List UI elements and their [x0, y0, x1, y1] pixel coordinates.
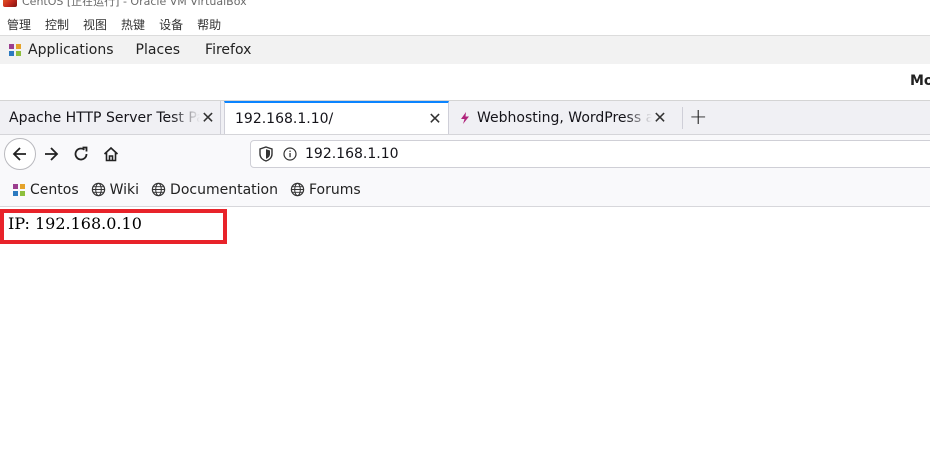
vbox-menu-manage[interactable]: 管理 — [7, 16, 31, 33]
tab-strip: Apache HTTP Server Test Page ✕ 192.168.1… — [0, 101, 930, 135]
virtualbox-icon — [3, 0, 17, 7]
centos-icon — [13, 183, 25, 196]
back-button[interactable] — [4, 138, 36, 170]
vbox-title: CentOS [正在运行] - Oracle VM VirtualBox — [22, 0, 247, 8]
url-bar[interactable]: 192.168.1.10 — [250, 140, 930, 168]
gnome-top-panel: Applications Places Firefox — [0, 35, 930, 65]
home-icon — [103, 146, 119, 162]
clock-label: Mon — [910, 73, 930, 89]
vbox-menu-devices[interactable]: 设备 — [159, 16, 183, 33]
new-tab-button[interactable]: + — [682, 105, 708, 130]
close-icon[interactable]: ✕ — [200, 108, 216, 127]
globe-icon — [151, 182, 166, 197]
bookmark-wiki[interactable]: Wiki — [91, 182, 139, 198]
firefox-menu[interactable]: Firefox — [205, 36, 251, 64]
close-icon[interactable]: ✕ — [427, 109, 443, 128]
navigation-bar: 192.168.1.10 — [0, 135, 930, 173]
places-menu[interactable]: Places — [136, 36, 181, 64]
vbox-menu-view[interactable]: 视图 — [83, 16, 107, 33]
tab-label: Webhosting, WordPress and more — [477, 109, 652, 126]
vbox-menu-hotkeys[interactable]: 热键 — [121, 16, 145, 33]
tab-webhosting[interactable]: Webhosting, WordPress and more ✕ — [449, 101, 674, 134]
arrow-left-icon — [12, 147, 26, 161]
globe-icon — [91, 182, 105, 197]
firefox-header: Mon — [0, 64, 930, 101]
tab-label: 192.168.1.10/ — [235, 110, 334, 127]
url-value: 192.168.1.10 — [305, 146, 399, 162]
applications-menu[interactable]: Applications — [0, 36, 114, 64]
applications-label: Applications — [28, 42, 114, 58]
bookmark-label: Documentation — [170, 181, 278, 198]
bookmark-forums[interactable]: Forums — [290, 182, 361, 198]
centos-icon — [9, 44, 21, 56]
reload-button[interactable] — [66, 139, 96, 169]
bookmark-documentation[interactable]: Documentation — [151, 182, 278, 198]
page-content: IP: 192.168.0.10 — [0, 207, 930, 472]
bookmarks-toolbar: Centos Wiki Documentation Forums — [0, 173, 930, 207]
bolt-icon — [461, 111, 469, 124]
vbox-menu-control[interactable]: 控制 — [45, 16, 69, 33]
reload-icon — [74, 146, 88, 161]
bookmark-centos[interactable]: Centos — [12, 182, 79, 198]
globe-icon — [290, 182, 305, 197]
bookmark-label: Centos — [30, 181, 79, 198]
info-icon[interactable] — [283, 147, 297, 161]
forward-button[interactable] — [36, 139, 66, 169]
ip-address-text: IP: 192.168.0.10 — [8, 214, 142, 233]
tab-apache-test-page[interactable]: Apache HTTP Server Test Page ✕ — [0, 101, 221, 134]
arrow-right-icon — [45, 147, 59, 161]
shield-icon[interactable] — [259, 146, 273, 162]
tab-active-ip[interactable]: 192.168.1.10/ ✕ — [224, 101, 449, 134]
close-icon[interactable]: ✕ — [652, 108, 668, 127]
home-button[interactable] — [96, 139, 126, 169]
vbox-title-bar: CentOS [正在运行] - Oracle VM VirtualBox — [0, 0, 930, 8]
bookmark-label: Wiki — [109, 181, 140, 198]
vbox-menu-bar: 管理 控制 视图 热键 设备 帮助 — [0, 13, 228, 35]
bookmark-label: Forums — [308, 181, 361, 198]
plus-icon: + — [689, 105, 708, 130]
vbox-menu-help[interactable]: 帮助 — [197, 16, 221, 33]
tab-label: Apache HTTP Server Test Page — [9, 109, 200, 126]
